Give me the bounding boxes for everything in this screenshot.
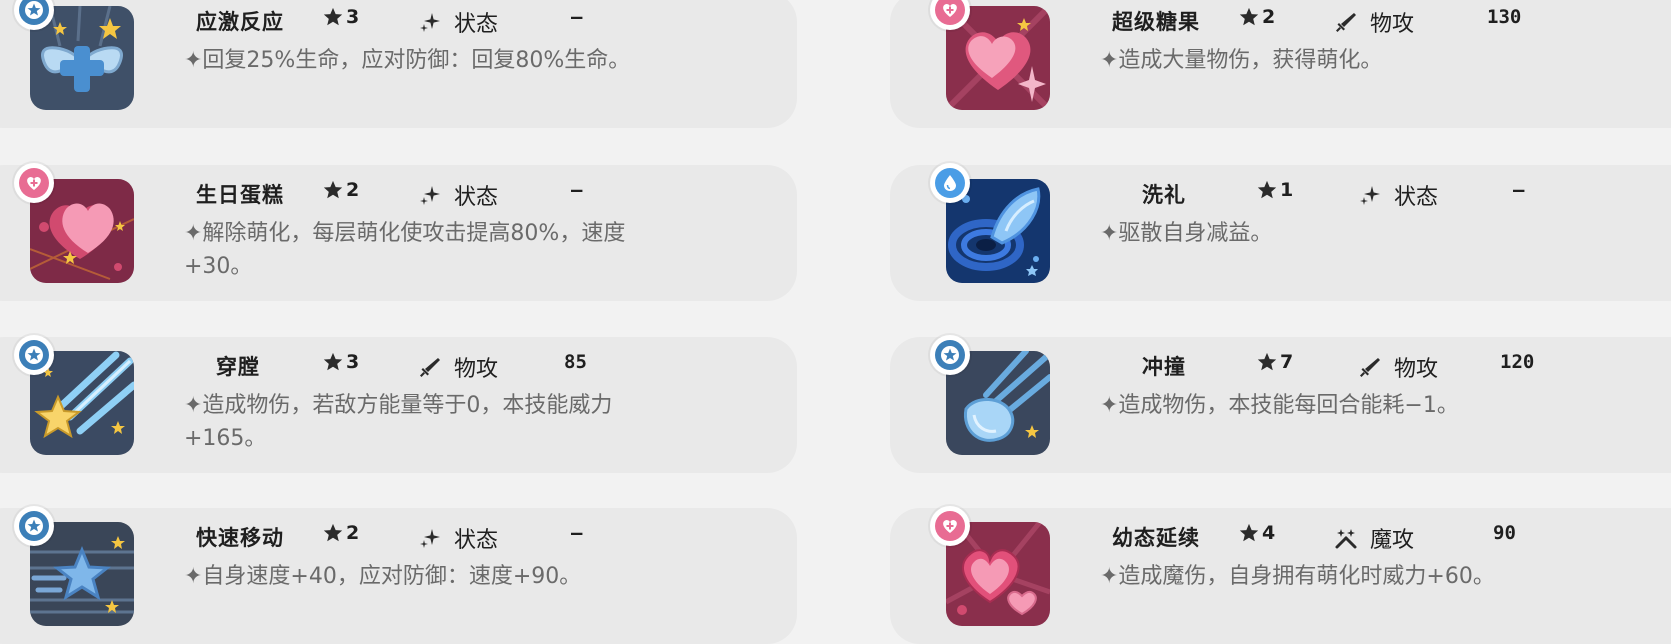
skill-name: 生日蛋糕 — [196, 183, 284, 207]
skill-power: – — [571, 6, 583, 28]
skill-name: 穿膛 — [216, 355, 260, 379]
type-badge — [930, 163, 970, 203]
skill-name: 幼态延续 — [1112, 526, 1200, 550]
sword-icon — [1360, 358, 1380, 377]
skill-card[interactable]: 穿膛 3 物攻 85 ✦造成物伤，若敌方能量等于0，本技能威力+165。 — [0, 335, 797, 473]
star-icon — [323, 7, 343, 26]
magic-icon — [1335, 529, 1357, 549]
type-badge — [14, 506, 54, 546]
skill-name: 快速移动 — [196, 526, 284, 550]
skill-name: 冲撞 — [1142, 355, 1186, 379]
skill-power: – — [571, 179, 583, 201]
skill-card[interactable]: 洗礼 1 状态 – ✦驱散自身减益。 — [890, 163, 1671, 301]
type-badge — [14, 335, 54, 375]
type-badge — [14, 163, 54, 203]
skill-card[interactable]: 冲撞 7 物攻 120 ✦造成物伤，本技能每回合能耗−1。 — [890, 335, 1671, 473]
skill-rank: 2 — [322, 179, 359, 201]
skill-rank: 7 — [1256, 351, 1293, 373]
star-icon — [323, 180, 343, 199]
skill-card[interactable]: 幼态延续 4 魔攻 90 ✦造成魔伤，自身拥有萌化时威力+60。 — [890, 506, 1671, 644]
star-icon — [1239, 523, 1259, 542]
skill-card[interactable]: 生日蛋糕 2 状态 – ✦解除萌化，每层萌化使攻击提高80%，速度+30。 — [0, 163, 797, 301]
skill-power: – — [1513, 179, 1525, 201]
skill-description: ✦造成大量物伤，获得萌化。 — [1100, 48, 1383, 73]
star-icon — [1257, 352, 1277, 371]
skill-power: 120 — [1500, 351, 1535, 373]
skill-icon — [930, 335, 1050, 455]
skill-description: ✦造成物伤，本技能每回合能耗−1。 — [1100, 393, 1459, 418]
skill-icon — [14, 0, 134, 110]
skill-description: ✦自身速度+40，应对防御：速度+90。 — [184, 564, 582, 589]
skill-power: 85 — [564, 351, 587, 373]
star-badge-icon — [25, 1, 43, 19]
star-icon — [1239, 7, 1259, 26]
skill-description: ✦造成物伤，若敌方能量等于0，本技能威力+165。 — [184, 393, 613, 451]
water-drop-icon — [944, 175, 956, 191]
skill-power: 90 — [1493, 522, 1516, 544]
skill-icon — [14, 506, 134, 626]
sparkle-icon — [1360, 186, 1380, 205]
heart-badge-icon — [943, 4, 957, 17]
skill-card[interactable]: 快速移动 2 状态 – ✦自身速度+40，应对防御：速度+90。 — [0, 506, 797, 644]
skill-name: 超级糖果 — [1112, 10, 1200, 34]
skill-name: 洗礼 — [1142, 183, 1186, 207]
skill-name: 应激反应 — [196, 10, 284, 34]
heart-badge-icon — [943, 520, 957, 533]
skill-icon — [14, 163, 134, 283]
skill-description: ✦造成魔伤，自身拥有萌化时威力+60。 — [1100, 564, 1495, 589]
sword-icon — [420, 358, 440, 377]
sparkle-icon — [420, 186, 440, 205]
skill-icon — [930, 163, 1050, 283]
star-icon — [1257, 180, 1277, 199]
skill-category: 状态 — [1358, 179, 1438, 211]
type-badge — [930, 335, 970, 375]
star-badge-icon — [25, 346, 43, 364]
star-badge-icon — [25, 517, 43, 535]
skill-rank: 2 — [1238, 6, 1275, 28]
star-icon — [323, 523, 343, 542]
star-badge-icon — [941, 346, 959, 364]
skill-power: – — [571, 522, 583, 544]
skill-rank: 3 — [322, 6, 359, 28]
skill-description: ✦驱散自身减益。 — [1100, 221, 1273, 246]
skill-card[interactable]: 超级糖果 2 物攻 130 ✦造成大量物伤，获得萌化。 — [890, 0, 1671, 128]
skill-icon — [930, 0, 1050, 110]
skill-card[interactable]: 应激反应 3 状态 – ✦回复25%生命，应对防御：回复80%生命。 — [0, 0, 797, 128]
skill-category: 魔攻 — [1334, 522, 1414, 554]
skill-rank: 3 — [322, 351, 359, 373]
skill-category: 物攻 — [418, 351, 498, 383]
skill-rank: 4 — [1238, 522, 1275, 544]
star-icon — [323, 352, 343, 371]
skill-description: ✦回复25%生命，应对防御：回复80%生命。 — [184, 48, 631, 73]
skill-power: 130 — [1487, 6, 1522, 28]
sparkle-icon — [420, 529, 440, 548]
heart-badge-icon — [27, 177, 41, 190]
skill-icon — [930, 506, 1050, 626]
skill-icon — [14, 335, 134, 455]
skill-rank: 2 — [322, 522, 359, 544]
skill-category: 状态 — [418, 179, 498, 211]
skill-description: ✦解除萌化，每层萌化使攻击提高80%，速度+30。 — [184, 221, 626, 279]
type-badge — [930, 506, 970, 546]
sparkle-icon — [420, 13, 440, 32]
skill-category: 状态 — [418, 6, 498, 38]
skill-category: 物攻 — [1334, 6, 1414, 38]
skill-category: 状态 — [418, 522, 498, 554]
sword-icon — [1336, 13, 1356, 32]
skill-rank: 1 — [1256, 179, 1293, 201]
skill-category: 物攻 — [1358, 351, 1438, 383]
